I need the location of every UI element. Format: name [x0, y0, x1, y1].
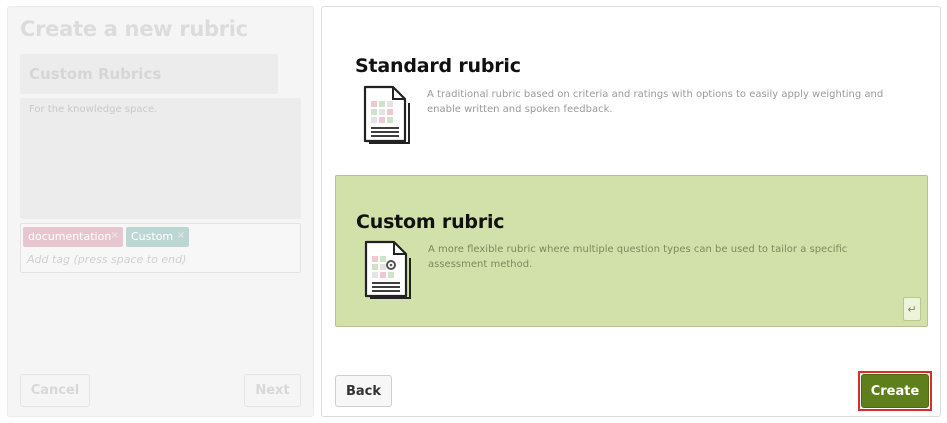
standard-rubric-option[interactable]: Standard rubric A traditional rubric bas…	[335, 21, 928, 161]
rubric-description-field[interactable]: For the knowledge space.	[20, 98, 301, 219]
create-rubric-form-panel: Create a new rubric Custom Rubrics For t…	[7, 6, 314, 417]
rubric-type-panel: Standard rubric A traditional rubric bas…	[321, 6, 941, 417]
tag-remove-icon[interactable]: ×	[111, 230, 119, 241]
document-grid-icon	[363, 85, 410, 144]
tag-remove-icon[interactable]: ×	[177, 230, 185, 241]
enter-key-icon: ↵	[903, 297, 921, 321]
form-title: Create a new rubric	[20, 17, 248, 41]
option-title: Standard rubric	[355, 55, 521, 77]
document-gear-icon	[364, 240, 411, 299]
tag-custom: Custom ×	[126, 227, 189, 247]
rubric-name-field[interactable]: Custom Rubrics	[20, 54, 278, 94]
back-button[interactable]: Back	[335, 375, 392, 407]
tag-documentation: documentation ×	[23, 227, 123, 247]
tag-label: Custom	[131, 230, 174, 243]
option-title: Custom rubric	[356, 211, 505, 233]
next-button[interactable]: Next	[244, 374, 301, 407]
cancel-button[interactable]: Cancel	[20, 374, 90, 407]
tags-input[interactable]: documentation × Custom × Add tag (press …	[20, 223, 301, 273]
option-description: A more flexible rubric where multiple qu…	[428, 244, 848, 270]
create-button[interactable]: Create	[861, 374, 929, 408]
option-description: A traditional rubric based on criteria a…	[427, 89, 884, 115]
tag-label: documentation	[28, 230, 112, 243]
custom-rubric-option[interactable]: Custom rubric A more flexible rubric whe…	[335, 175, 928, 327]
tag-input-placeholder[interactable]: Add tag (press space to end)	[27, 253, 186, 266]
